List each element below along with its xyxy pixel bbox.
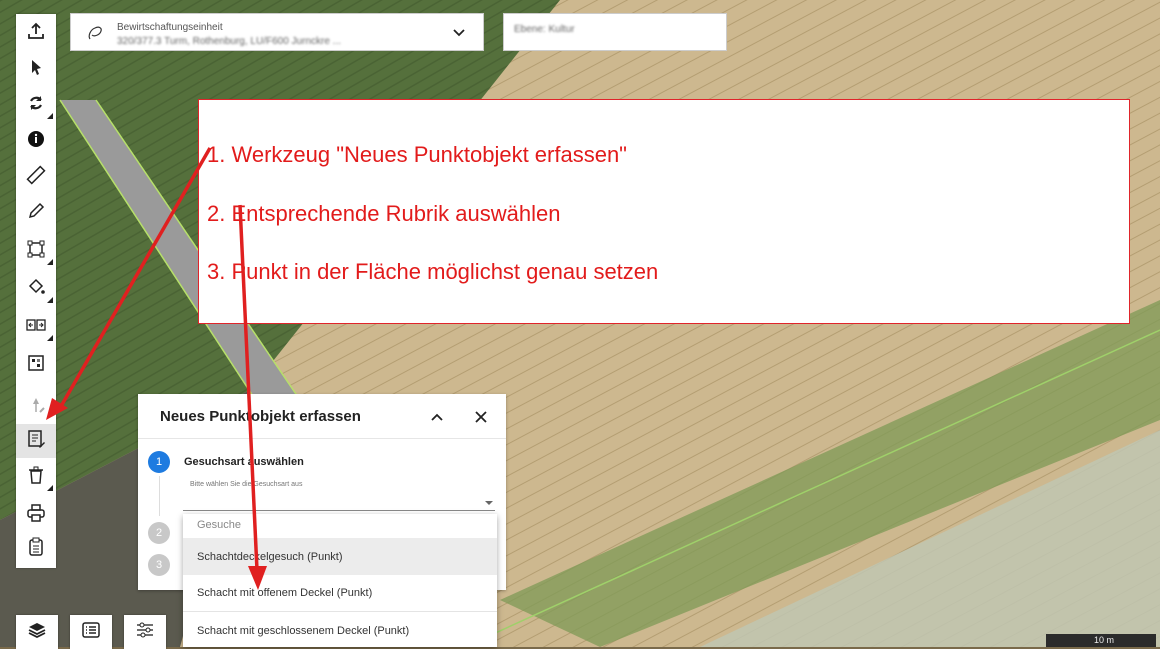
chevron-up-icon	[431, 413, 443, 421]
bewirtschaftungseinheit-label: Bewirtschaftungseinheit	[117, 22, 223, 33]
trash-icon	[26, 465, 46, 490]
upload-icon	[26, 21, 46, 46]
legend-button[interactable]	[70, 615, 112, 649]
info-icon	[26, 129, 46, 154]
grid-select-icon	[26, 353, 46, 378]
dropdown-option[interactable]: Schachtdeckelgesuch (Punkt)	[183, 538, 497, 575]
layers-icon	[27, 620, 47, 645]
new-point-object-icon	[26, 429, 46, 454]
step-connector	[159, 476, 160, 516]
lasso-icon	[85, 23, 105, 48]
tool-new-point-object[interactable]	[16, 424, 56, 458]
panel-divider	[138, 438, 506, 439]
point-create-icon	[26, 395, 46, 420]
close-panel-button[interactable]	[472, 408, 490, 431]
sliders-icon	[135, 620, 155, 645]
gesuchsart-select-underline[interactable]	[183, 510, 495, 511]
step-3-badge: 3	[148, 554, 170, 576]
bewirtschaftungseinheit-value: 320/377.3 Turm, Rothenburg, LU/F600 Jurn…	[117, 36, 342, 47]
tool-draw[interactable]	[16, 196, 56, 230]
dropdown-group-label: Gesuche	[197, 519, 242, 531]
tool-report[interactable]	[16, 532, 56, 566]
submenu-indicator-icon	[47, 113, 53, 119]
submenu-indicator-icon	[47, 485, 53, 491]
step-1-title: Gesuchsart auswählen	[184, 456, 304, 468]
instruction-line-1: 1. Werkzeug "Neues Punktobjekt erfassen"	[207, 142, 627, 167]
tool-polygon-edit[interactable]	[16, 234, 56, 268]
collapse-panel-button[interactable]	[428, 408, 446, 431]
refresh-icon	[26, 93, 46, 118]
dropdown-option[interactable]: Schacht mit offenem Deckel (Punkt)	[183, 575, 497, 612]
scale-bar: 10 m	[1046, 634, 1156, 647]
ebene-select[interactable]: Ebene: Kultur	[503, 13, 727, 51]
tool-refresh[interactable]	[16, 88, 56, 122]
pencil-icon	[26, 201, 46, 226]
tool-print[interactable]	[16, 498, 56, 532]
tool-upload[interactable]	[16, 16, 56, 50]
fill-bucket-icon	[26, 277, 46, 302]
dropdown-option[interactable]: Schacht mit geschlossenem Deckel (Punkt)	[183, 612, 497, 647]
split-icon	[26, 315, 46, 340]
tool-point-create[interactable]	[16, 390, 56, 424]
print-icon	[26, 503, 46, 528]
instruction-callout: 1. Werkzeug "Neues Punktobjekt erfassen"…	[198, 99, 1130, 324]
panel-title: Neues Punktobjekt erfassen	[160, 408, 361, 425]
gesuchsart-dropdown: Gesuche Schachtdeckelgesuch (Punkt) Scha…	[183, 514, 497, 647]
tool-palette	[16, 14, 56, 568]
step-2-badge: 2	[148, 522, 170, 544]
tool-fill[interactable]	[16, 272, 56, 306]
tool-measure[interactable]	[16, 160, 56, 194]
instruction-line-3: 3. Punkt in der Fläche möglichst genau s…	[207, 259, 659, 284]
scale-label: 10 m	[1094, 635, 1115, 645]
pointer-icon	[26, 57, 46, 82]
tool-info[interactable]	[16, 124, 56, 158]
submenu-indicator-icon	[47, 297, 53, 303]
layers-button[interactable]	[16, 615, 58, 649]
ebene-value: Ebene: Kultur	[514, 24, 575, 35]
bewirtschaftungseinheit-select[interactable]: Bewirtschaftungseinheit 320/377.3 Turm, …	[70, 13, 484, 51]
submenu-indicator-icon	[47, 335, 53, 341]
tool-select[interactable]	[16, 52, 56, 86]
ruler-icon	[26, 164, 46, 190]
tool-split[interactable]	[16, 310, 56, 344]
close-icon	[475, 411, 487, 423]
polygon-edit-icon	[26, 239, 46, 264]
chevron-down-icon	[451, 25, 467, 46]
step-1-hint: Bitte wählen Sie die Gesuchsart aus	[190, 481, 303, 488]
submenu-indicator-icon	[47, 259, 53, 265]
list-icon	[81, 620, 101, 645]
tool-grid-select[interactable]	[16, 348, 56, 382]
step-1-badge: 1	[148, 451, 170, 473]
instruction-line-2: 2. Entsprechende Rubrik auswählen	[207, 201, 561, 226]
filter-settings-button[interactable]	[124, 615, 166, 649]
clipboard-icon	[26, 537, 46, 562]
tool-delete[interactable]	[16, 460, 56, 494]
